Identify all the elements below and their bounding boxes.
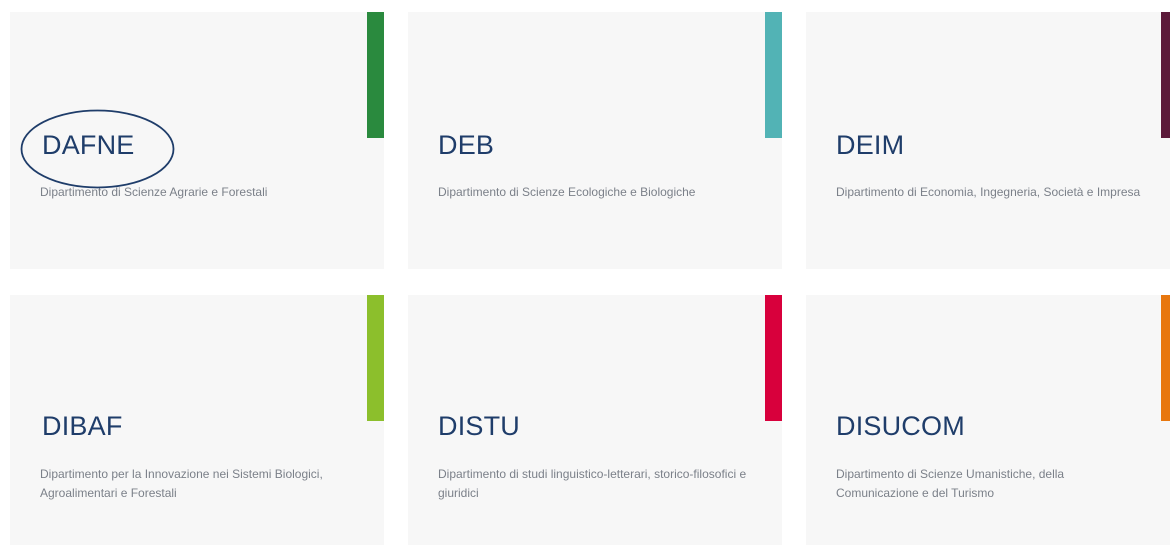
department-card-dibaf[interactable]: DIBAF Dipartimento per la Innovazione ne…: [10, 295, 384, 545]
accent-bar: [367, 12, 384, 138]
department-code: DAFNE: [42, 130, 135, 160]
department-description: Dipartimento di Economia, Ingegneria, So…: [836, 185, 1141, 199]
accent-bar: [1161, 295, 1170, 421]
department-description: Dipartimento per la Innovazione nei Sist…: [40, 467, 323, 500]
department-code: DEB: [438, 130, 495, 160]
department-card-distu[interactable]: DISTU Dipartimento di studi linguistico-…: [408, 295, 782, 545]
department-description: Dipartimento di Scienze Umanistiche, del…: [836, 467, 1065, 500]
department-code: DISTU: [438, 411, 520, 441]
department-card-disucom[interactable]: DISUCOM Dipartimento di Scienze Umanisti…: [806, 295, 1170, 545]
accent-bar: [765, 295, 782, 421]
department-code: DEIM: [836, 130, 905, 160]
department-card-deim[interactable]: DEIM Dipartimento di Economia, Ingegneri…: [806, 12, 1170, 269]
department-description: Dipartimento di Scienze Agrarie e Forest…: [40, 185, 268, 199]
department-description: Dipartimento di Scienze Ecologiche e Bio…: [438, 185, 696, 199]
accent-bar: [765, 12, 782, 138]
department-description: Dipartimento di studi linguistico-letter…: [438, 467, 747, 500]
department-card-dafne[interactable]: DAFNE Dipartimento di Scienze Agrarie e …: [10, 12, 384, 269]
department-code: DISUCOM: [836, 411, 965, 441]
department-code: DIBAF: [42, 411, 123, 441]
accent-bar: [367, 295, 384, 421]
department-card-deb[interactable]: DEB Dipartimento di Scienze Ecologiche e…: [408, 12, 782, 269]
accent-bar: [1161, 12, 1170, 138]
